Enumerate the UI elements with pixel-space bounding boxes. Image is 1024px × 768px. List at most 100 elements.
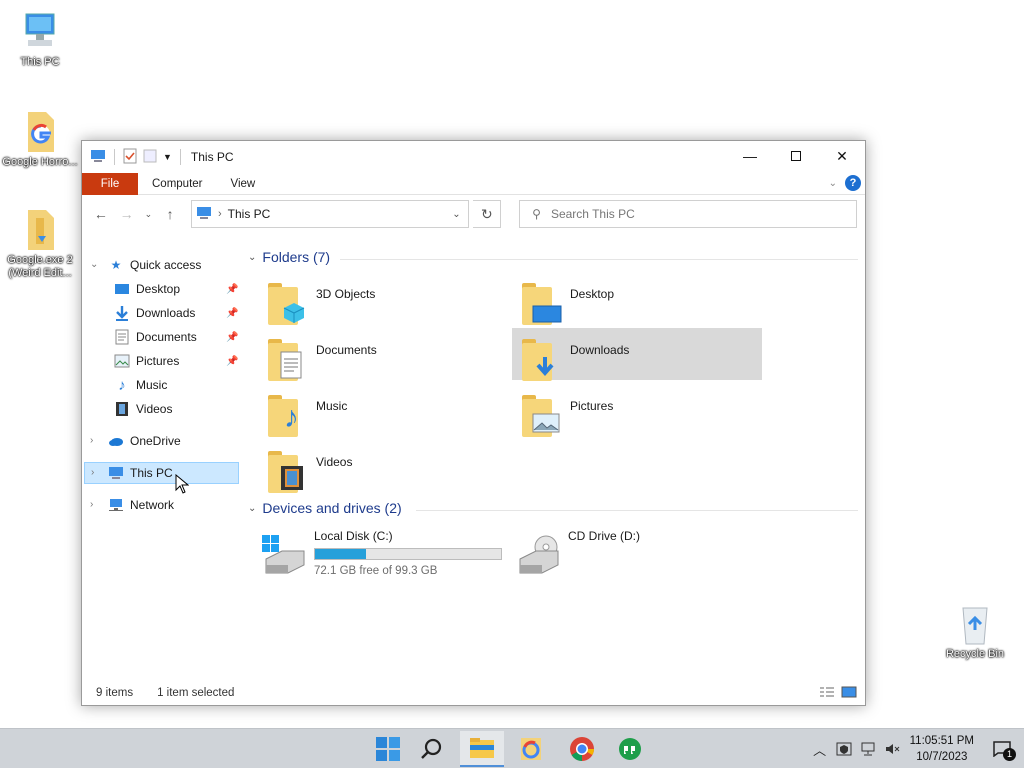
sidebar-item-quick-access[interactable]: ★ Quick access [108,254,202,276]
pictures-icon [114,353,130,369]
pin-icon[interactable]: 📌 [226,356,238,367]
folder-desktop[interactable]: Desktop [512,277,762,329]
star-icon: ★ [110,258,122,272]
videos-folder-icon [268,449,308,493]
pin-icon[interactable]: 📌 [226,332,238,343]
file-icon [20,110,60,154]
sidebar-item-desktop[interactable]: Desktop 📌 [114,278,240,300]
refresh-button[interactable]: ↻ [473,200,502,228]
status-bar: 9 items 1 item selected [82,681,865,705]
cd-drive-icon [516,535,562,575]
navigation-bar: ← → ⌄ ↑ › This PC ⌄ ↻ ⚲ Search This PC [82,195,865,233]
document-icon [114,329,130,345]
documents-folder-icon [268,337,308,381]
computer-icon [20,10,60,54]
expand-chevron-icon[interactable]: › [90,499,93,510]
notification-badge: 1 [1003,748,1016,761]
sidebar-item-this-pc[interactable]: › This PC [84,462,239,484]
computer-icon [108,465,124,481]
sidebar-item-network[interactable]: Network [108,494,174,516]
search-placeholder: Search This PC [550,207,635,221]
back-button[interactable]: ← [90,203,112,225]
expand-chevron-icon[interactable]: › [91,467,94,478]
notifications-button[interactable]: 1 [988,735,1016,763]
folder-downloads[interactable]: Downloads [512,328,762,381]
music-note-icon: ♪ [118,376,126,394]
sidebar-item-downloads[interactable]: Downloads 📌 [114,302,240,324]
video-film-icon [114,401,130,417]
up-button[interactable]: ↑ [159,203,181,225]
file-explorer-taskbar-button[interactable] [460,731,504,767]
folder-videos[interactable]: Videos [258,445,508,497]
volume-muted-icon[interactable] [880,737,904,761]
tab-file[interactable]: File [82,172,138,195]
explorer-window: ▼ This PC — ✕ File Computer View ⌄ ? ← →… [81,140,866,706]
drive-cd-d[interactable]: CD Drive (D:) [516,525,640,581]
windows-drive-icon [262,535,308,575]
minimize-button[interactable]: — [727,141,773,171]
folder-pictures[interactable]: Pictures [512,389,762,441]
tab-view[interactable]: View [217,173,270,195]
customize-quick-access-icon[interactable]: ▼ [163,152,172,162]
breadcrumb-chevron-icon[interactable]: › [218,208,222,220]
separator [114,149,115,165]
pin-icon[interactable]: 📌 [226,308,238,319]
separator [179,149,181,165]
collapse-chevron-icon: ⌄ [248,502,257,514]
desktop-folder-icon [522,281,562,325]
forward-button[interactable]: → [116,203,138,225]
search-taskbar-button[interactable] [412,731,452,767]
start-button[interactable] [368,731,408,767]
mouse-cursor-icon [175,474,189,494]
divider [416,510,858,511]
desktop-icon-recycle-bin[interactable]: Recycle Bin [937,602,1013,661]
folder-documents[interactable]: Documents [258,333,508,385]
sidebar-item-videos[interactable]: Videos [114,398,172,420]
sidebar-item-music[interactable]: ♪ Music [114,374,167,396]
drives-group-header[interactable]: ⌄ Devices and drives (2) [248,500,402,516]
selection-count: 1 item selected [157,687,235,699]
new-folder-icon[interactable] [143,148,157,167]
clock[interactable]: 11:05:51 PM 10/7/2023 [910,733,974,765]
folder-3d-objects[interactable]: 3D Objects [258,277,508,329]
drive-local-disk-c[interactable]: Local Disk (C:) 72.1 GB free of 99.3 GB [262,525,502,581]
desktop-icon-google-exe[interactable]: Google.exe 2 (Weird Edit... [2,208,78,280]
properties-icon[interactable] [123,148,137,167]
3d-objects-folder-icon [268,281,308,325]
tab-computer[interactable]: Computer [138,173,217,195]
maximize-button[interactable] [773,141,819,171]
help-icon[interactable]: ? [845,175,861,191]
folder-music[interactable]: ♪ Music [258,389,508,441]
desktop-icon-this-pc[interactable]: This PC [2,10,78,69]
expand-ribbon-icon[interactable]: ⌄ [829,178,837,189]
window-title: This PC [190,150,234,164]
address-dropdown-icon[interactable]: ⌄ [444,201,468,227]
address-bar[interactable]: › This PC ⌄ [190,200,470,228]
search-input[interactable]: ⚲ Search This PC [519,200,857,228]
large-icons-view-icon[interactable] [841,686,857,701]
download-arrow-icon [114,305,130,321]
divider [340,259,858,260]
chrome-taskbar-button[interactable] [562,731,602,767]
title-bar[interactable]: ▼ This PC — ✕ [82,141,865,173]
clock-date: 10/7/2023 [916,751,968,763]
desktop-icon-google-horror[interactable]: Google Horro... [2,110,78,169]
sidebar-item-onedrive[interactable]: OneDrive [108,430,181,452]
green-app-taskbar-button[interactable] [610,731,650,767]
details-view-icon[interactable] [819,686,835,701]
google-app-taskbar-button[interactable] [511,731,551,767]
sidebar-item-documents[interactable]: Documents 📌 [114,326,240,348]
expand-chevron-icon[interactable]: › [90,435,93,446]
security-icon[interactable] [832,737,856,761]
recent-locations-button[interactable]: ⌄ [141,203,155,225]
sidebar-item-pictures[interactable]: Pictures 📌 [114,350,240,372]
file-icon [20,208,60,252]
collapse-chevron-icon[interactable]: ⌄ [90,259,98,270]
network-icon[interactable] [856,737,880,761]
breadcrumb-this-pc[interactable]: This PC [228,207,271,221]
disk-usage-bar [314,548,502,560]
close-button[interactable]: ✕ [819,141,865,171]
pin-icon[interactable]: 📌 [226,284,238,295]
chevron-up-icon[interactable]: ︿ [808,737,832,761]
folders-group-header[interactable]: ⌄ Folders (7) [248,249,330,265]
